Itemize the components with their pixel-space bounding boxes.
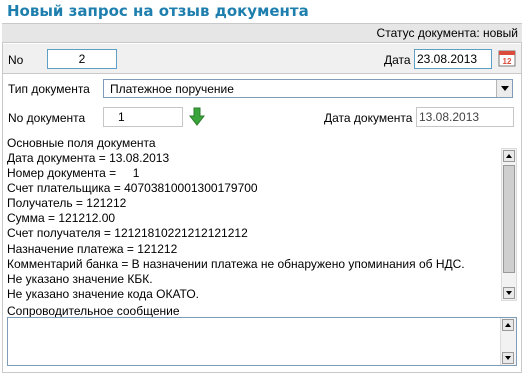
field-line: Сумма = 121212.00 <box>7 211 116 226</box>
main-fields-scrollbar[interactable] <box>501 148 517 301</box>
doc-type-selected: Платежное поручение <box>110 82 234 96</box>
scroll-down-icon[interactable] <box>503 287 515 299</box>
doc-number-field[interactable]: 1 <box>103 107 183 127</box>
doc-type-select[interactable]: Платежное поручение <box>103 79 513 98</box>
page-title: Новый запрос на отзыв документа <box>7 2 309 20</box>
scroll-thumb[interactable] <box>503 165 515 273</box>
doc-type-label: Тип документа <box>8 82 90 96</box>
no-label: No <box>8 53 24 67</box>
main-fields-text: Дата документа = 13.08.2013 Номер докуме… <box>7 151 507 301</box>
scroll-down-icon[interactable] <box>502 352 514 364</box>
document-status: Статус документа: новый <box>376 26 518 40</box>
chevron-down-icon[interactable] <box>496 80 512 97</box>
comment-scrollbar[interactable] <box>500 318 516 365</box>
field-line: Назначение платежа = 121212 <box>7 241 178 256</box>
calendar-day: 12 <box>503 57 512 66</box>
calendar-icon[interactable]: 12 <box>498 49 516 67</box>
field-line: Дата документа = 13.08.2013 <box>7 151 170 165</box>
status-bar: Статус документа: новый <box>2 23 522 43</box>
field-line: Номер документа = 1 <box>7 166 140 181</box>
field-line: Не указано значение КБК. <box>7 271 153 286</box>
field-line: Комментарий банка = В назначении платежа… <box>7 256 465 271</box>
down-arrow-icon[interactable] <box>188 107 206 127</box>
date-label: Дата <box>384 53 411 67</box>
field-line: Не указано значение кода ОКАТО. <box>7 286 199 301</box>
field-line: Получатель = 121212 <box>7 196 127 211</box>
doc-date-label: Дата документа <box>324 111 413 125</box>
main-fields-label: Основные поля документа <box>7 136 156 150</box>
comment-textarea[interactable] <box>7 317 517 366</box>
field-line: Счет получателя = 12121810221212121212 <box>7 226 248 241</box>
date-field[interactable]: 23.08.2013 <box>414 49 492 69</box>
doc-date-field: 13.08.2013 <box>416 107 514 127</box>
scroll-up-icon[interactable] <box>502 319 514 331</box>
number-field[interactable]: 2 <box>47 49 117 69</box>
scroll-up-icon[interactable] <box>503 150 515 162</box>
field-line: Счет плательщика = 40703810001300179700 <box>7 181 258 196</box>
comment-label: Сопроводительное сообщение <box>7 304 180 318</box>
doc-number-label: No документа <box>8 111 86 125</box>
